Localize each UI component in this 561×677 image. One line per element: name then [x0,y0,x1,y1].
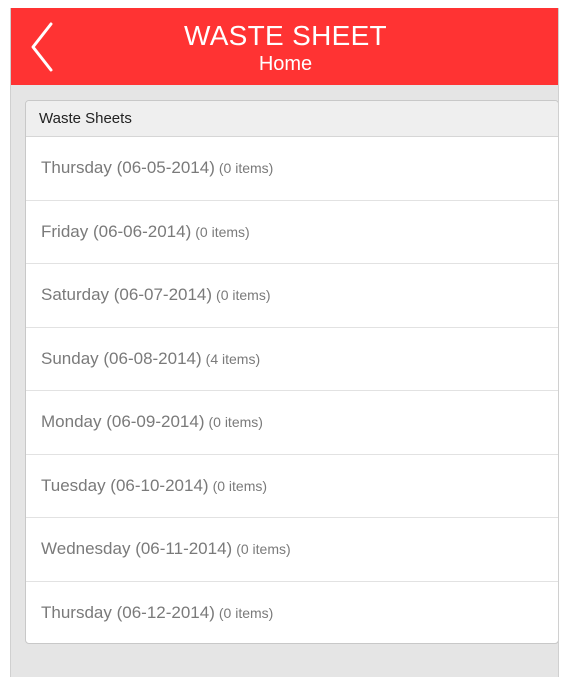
row-day-date: Thursday (06-12-2014) [41,603,215,623]
row-day-date: Wednesday (06-11-2014) [41,539,233,559]
row-item-count: (0 items) [236,541,291,558]
waste-sheet-row[interactable]: Friday (06-06-2014) (0 items) [26,201,558,264]
row-item-count: (4 items) [205,350,261,367]
waste-sheet-row[interactable]: Wednesday (06-11-2014) (0 items) [26,518,558,582]
app-screen: WASTE SHEET Home Waste Sheets Thursday (… [10,8,559,677]
waste-sheet-row[interactable]: Thursday (06-12-2014) (0 items) [26,582,558,644]
waste-sheet-row[interactable]: Sunday (06-08-2014) (4 items) [26,328,558,391]
waste-sheet-row[interactable]: Saturday (06-07-2014) (0 items) [26,264,558,328]
row-day-date: Tuesday (06-10-2014) [41,475,209,495]
row-item-count: (0 items) [218,605,274,622]
row-item-count: (0 items) [208,414,263,431]
row-item-count: (0 items) [212,477,268,494]
header-titles: WASTE SHEET Home [11,20,558,76]
row-day-date: Monday (06-09-2014) [41,412,205,432]
waste-sheet-list: Thursday (06-05-2014) (0 items) Friday (06… [26,137,558,644]
row-item-count: (0 items) [216,287,271,304]
row-item-count: (0 items) [218,160,274,177]
card-title: Waste Sheets [26,101,558,137]
row-day-date: Saturday (06-07-2014) [41,285,213,305]
row-day-date: Thursday (06-05-2014) [41,158,215,178]
waste-sheets-card: Waste Sheets Thursday (06-05-2014) (0 ite… [25,100,558,644]
row-day-date: Friday (06-06-2014) [41,221,192,241]
row-item-count: (0 items) [195,223,250,240]
page-subtitle: Home [258,53,313,75]
top-bar: WASTE SHEET Home [11,8,558,85]
row-day-date: Sunday (06-08-2014) [41,348,202,368]
waste-sheet-row[interactable]: Thursday (06-05-2014) (0 items) [26,137,558,201]
page-title: WASTE SHEET [184,20,387,51]
waste-sheet-row[interactable]: Monday (06-09-2014) (0 items) [26,391,558,455]
waste-sheet-row[interactable]: Tuesday (06-10-2014) (0 items) [26,455,558,518]
